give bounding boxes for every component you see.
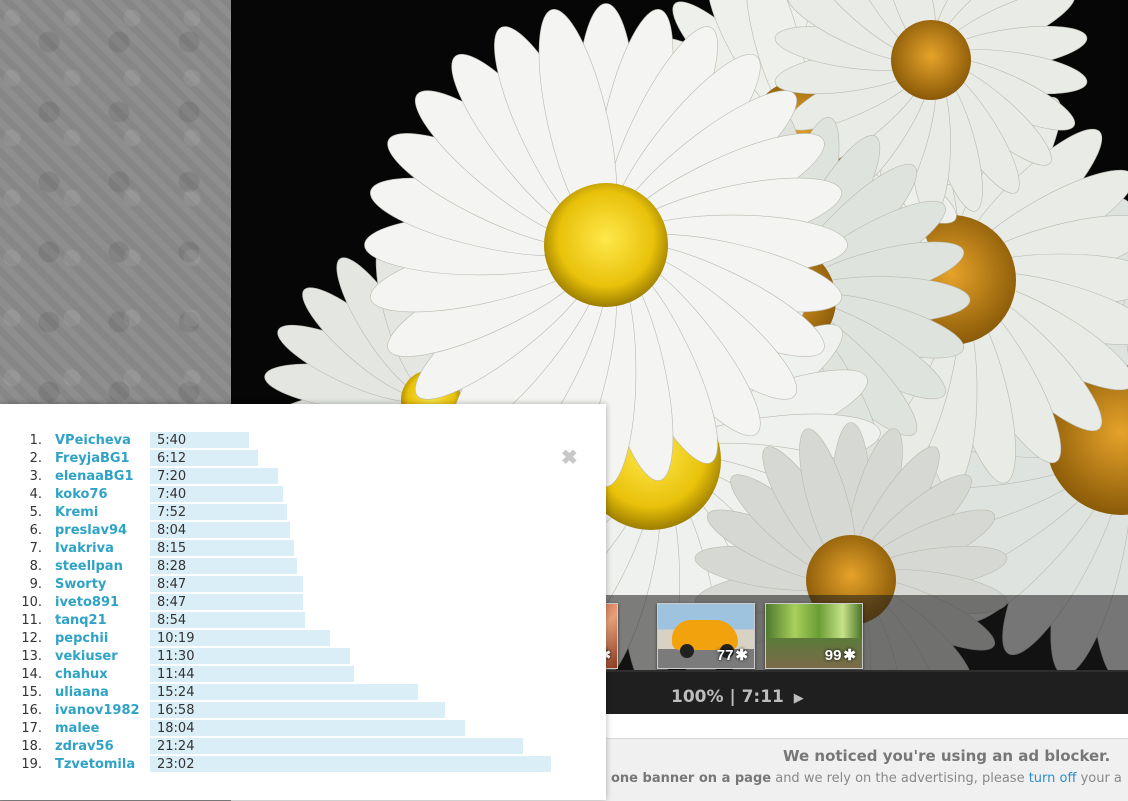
solve-time: 8:47: [157, 577, 187, 592]
leaderboard-row: 16. ivanov1982 16:58: [0, 701, 600, 719]
leaderboard-row: 7. Ivakriva 8:15: [0, 539, 600, 557]
leaderboard-row: 15. uliaana 15:24: [0, 683, 600, 701]
rank-number: 19.: [21, 757, 42, 772]
time-bar: [150, 738, 523, 754]
rank-number: 16.: [21, 703, 42, 718]
solve-time: 16:58: [157, 703, 195, 718]
leaderboard-row: 17. malee 18:04: [0, 719, 600, 737]
solve-time: 11:44: [157, 667, 195, 682]
thumbnail-puzzle[interactable]: 77 ✱: [657, 603, 755, 669]
username-link[interactable]: Ivakriva: [55, 541, 114, 556]
solve-time: 8:28: [157, 559, 187, 574]
rank-number: 3.: [29, 469, 42, 484]
time-bar: [150, 756, 551, 772]
solve-time: 15:24: [157, 685, 195, 700]
username-link[interactable]: FreyjaBG1: [55, 451, 130, 466]
username-link[interactable]: Kremi: [55, 505, 98, 520]
leaderboard-row: 1. VPeicheva 5:40: [0, 431, 600, 449]
solve-time: 8:15: [157, 541, 187, 556]
adblock-text: and we rely on the advertising, please: [771, 771, 1029, 786]
solve-time: 7:40: [157, 487, 187, 502]
username-link[interactable]: VPeicheva: [55, 433, 131, 448]
play-icon[interactable]: ▶: [794, 691, 804, 706]
rank-number: 15.: [21, 685, 42, 700]
username-link[interactable]: pepchii: [55, 631, 108, 646]
solve-time: 11:30: [157, 649, 195, 664]
puzzle-piece-icon: ✱: [843, 647, 856, 664]
solve-time: 6:12: [157, 451, 187, 466]
username-link[interactable]: malee: [55, 721, 99, 736]
solve-time: 23:02: [157, 757, 195, 772]
rank-number: 4.: [29, 487, 42, 502]
progress-indicator[interactable]: 100% | 7:11 ▶: [671, 687, 804, 707]
leaderboard-row: 3. elenaaBG1 7:20: [0, 467, 600, 485]
username-link[interactable]: preslav94: [55, 523, 127, 538]
rank-number: 5.: [29, 505, 42, 520]
solve-time: 18:04: [157, 721, 195, 736]
solve-time: 5:40: [157, 433, 187, 448]
solve-time: 21:24: [157, 739, 195, 754]
solve-time: 10:19: [157, 631, 195, 646]
puzzle-piece-icon: ✱: [735, 647, 748, 664]
rank-number: 10.: [21, 595, 42, 610]
adblock-message: one banner on a page and we rely on the …: [611, 771, 1122, 786]
rank-number: 14.: [21, 667, 42, 682]
leaderboard-row: 11. tanq21 8:54: [0, 611, 600, 629]
thumbnail-puzzle[interactable]: 99 ✱: [765, 603, 863, 669]
leaderboard-row: 9. Sworty 8:47: [0, 575, 600, 593]
rank-number: 1.: [29, 433, 42, 448]
leaderboard-row: 10. iveto891 8:47: [0, 593, 600, 611]
leaderboard-row: 18. zdrav56 21:24: [0, 737, 600, 755]
leaderboard-row: 4. koko76 7:40: [0, 485, 600, 503]
progress-text: 100% | 7:11: [671, 687, 784, 707]
solve-time: 7:20: [157, 469, 187, 484]
rank-number: 17.: [21, 721, 42, 736]
leaderboard-row: 13. vekiuser 11:30: [0, 647, 600, 665]
username-link[interactable]: vekiuser: [55, 649, 118, 664]
username-link[interactable]: ivanov1982: [55, 703, 140, 718]
rank-number: 11.: [21, 613, 42, 628]
username-link[interactable]: elenaaBG1: [55, 469, 134, 484]
rank-number: 7.: [29, 541, 42, 556]
leaderboard-row: 2. FreyjaBG1 6:12: [0, 449, 600, 467]
rank-number: 9.: [29, 577, 42, 592]
time-bar: [150, 720, 465, 736]
adblock-headline: We noticed you're using an ad blocker.: [783, 747, 1111, 765]
username-link[interactable]: koko76: [55, 487, 108, 502]
solve-time: 7:52: [157, 505, 187, 520]
adblock-text-end: your a: [1076, 771, 1122, 786]
rank-number: 6.: [29, 523, 42, 538]
username-link[interactable]: Sworty: [55, 577, 106, 592]
username-link[interactable]: Tzvetomila: [55, 757, 135, 772]
username-link[interactable]: steellpan: [55, 559, 123, 574]
rank-number: 8.: [29, 559, 42, 574]
adblock-bold-text: one banner on a page: [611, 771, 772, 786]
piece-count: 99: [824, 646, 842, 664]
turn-off-link[interactable]: turn off: [1029, 771, 1077, 786]
username-link[interactable]: iveto891: [55, 595, 119, 610]
username-link[interactable]: tanq21: [55, 613, 107, 628]
rank-number: 13.: [21, 649, 42, 664]
leaderboard-row: 12. pepchii 10:19: [0, 629, 600, 647]
username-link[interactable]: zdrav56: [55, 739, 114, 754]
leaderboard-popup: ✖ 1. VPeicheva 5:40 2. FreyjaBG1 6:12 3. elenaa…: [0, 404, 606, 800]
username-link[interactable]: chahux: [55, 667, 108, 682]
rank-number: 2.: [29, 451, 42, 466]
solve-time: 8:04: [157, 523, 187, 538]
solve-time: 8:47: [157, 595, 187, 610]
leaderboard-row: 6. preslav94 8:04: [0, 521, 600, 539]
wheel-shape: [680, 644, 694, 658]
leaderboard-row: 14. chahux 11:44: [0, 665, 600, 683]
solve-time: 8:54: [157, 613, 187, 628]
username-link[interactable]: uliaana: [55, 685, 109, 700]
leaderboard-row: 19. Tzvetomila 23:02: [0, 755, 600, 773]
leaderboard-row: 5. Kremi 7:52: [0, 503, 600, 521]
rank-number: 12.: [21, 631, 42, 646]
piece-count: 77: [716, 646, 734, 664]
leaderboard-row: 8. steellpan 8:28: [0, 557, 600, 575]
rank-number: 18.: [21, 739, 42, 754]
